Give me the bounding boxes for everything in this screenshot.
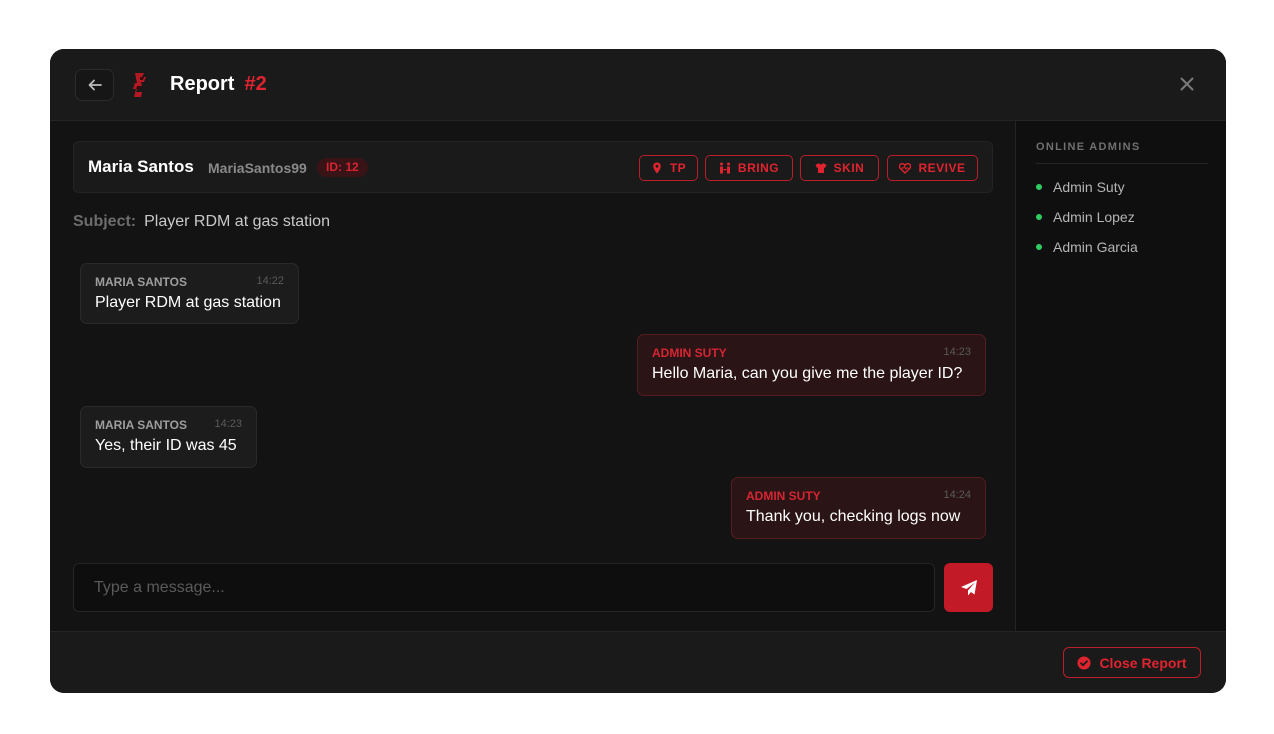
divider: [1036, 163, 1208, 164]
page-title: Report #2: [170, 73, 267, 96]
revive-label: REVIVE: [918, 161, 966, 175]
send-button[interactable]: [944, 563, 993, 612]
message-time: 14:22: [256, 275, 284, 287]
message-author: MARIA SANTOS: [95, 418, 188, 432]
chat-message: ADMIN SUTY 14:23 Hello Maria, can you giv…: [637, 334, 986, 396]
online-status-icon: [1036, 184, 1042, 190]
player-id-badge: ID: 12: [317, 158, 368, 177]
shirt-icon: [815, 163, 827, 173]
bring-label: BRING: [737, 161, 780, 175]
chat-message: MARIA SANTOS 14:23 Yes, their ID was 45: [80, 406, 257, 468]
player-username: MariaSantos99: [208, 160, 307, 176]
logo-icon: [133, 73, 146, 97]
revive-button[interactable]: REVIVE: [887, 155, 978, 181]
message-input[interactable]: [73, 563, 935, 612]
admin-name: Admin Garcia: [1053, 239, 1138, 255]
message-author: ADMIN SUTY: [746, 489, 821, 503]
close-report-button[interactable]: Close Report: [1063, 647, 1201, 678]
message-author: ADMIN SUTY: [652, 346, 727, 360]
arrow-left-icon: [88, 79, 102, 91]
online-status-icon: [1036, 244, 1042, 250]
subject-label: Subject:: [73, 213, 137, 230]
close-report-label: Close Report: [1099, 654, 1187, 671]
online-admins-title: ONLINE ADMINS: [1036, 141, 1141, 153]
player-name: Maria Santos: [88, 157, 194, 176]
tp-button[interactable]: TP: [639, 155, 698, 181]
player-info-bar: Maria Santos MariaSantos99 ID: 12 TP BRI…: [73, 141, 993, 193]
paper-plane-icon: [960, 579, 977, 595]
message-time: 14:23: [214, 418, 242, 430]
message-text: Player RDM at gas station: [95, 294, 281, 311]
skin-label: SKIN: [833, 161, 865, 175]
report-window: Report #2 Maria Santos MariaSantos99 ID:…: [50, 49, 1226, 693]
title-text: Report: [170, 73, 235, 95]
subject-text: Player RDM at gas station: [144, 213, 330, 230]
map-pin-icon: [653, 162, 661, 174]
message-time: 14:24: [943, 489, 971, 501]
close-icon: [1180, 77, 1194, 91]
check-circle-icon: [1077, 656, 1091, 669]
report-footer: Close Report: [50, 631, 1226, 693]
report-subject: Subject: Player RDM at gas station: [73, 213, 330, 231]
chat-area: Maria Santos MariaSantos99 ID: 12 TP BRI…: [50, 121, 1015, 631]
admin-name: Admin Suty: [1053, 179, 1125, 195]
heart-pulse-icon: [899, 162, 912, 174]
message-author: MARIA SANTOS: [95, 275, 188, 289]
report-number: #2: [244, 73, 267, 95]
bring-button[interactable]: BRING: [705, 155, 793, 181]
tp-label: TP: [669, 161, 687, 175]
skin-button[interactable]: SKIN: [800, 155, 879, 181]
report-header: Report #2: [50, 49, 1226, 121]
message-text: Thank you, checking logs now: [746, 508, 961, 525]
admin-list-item: Admin Suty: [1036, 179, 1125, 195]
chat-message: ADMIN SUTY 14:24 Thank you, checking logs…: [731, 477, 986, 539]
message-text: Yes, their ID was 45: [95, 437, 237, 454]
online-status-icon: [1036, 214, 1042, 220]
admin-list-item: Admin Lopez: [1036, 209, 1135, 225]
message-text: Hello Maria, can you give me the player …: [652, 365, 963, 382]
admin-list-item: Admin Garcia: [1036, 239, 1138, 255]
back-button[interactable]: [75, 69, 114, 101]
message-time: 14:23: [943, 346, 971, 358]
online-admins-panel: ONLINE ADMINS Admin Suty Admin Lopez Adm…: [1015, 121, 1226, 631]
people-arrows-icon: [719, 162, 730, 174]
admin-name: Admin Lopez: [1053, 209, 1135, 225]
close-button[interactable]: [1177, 74, 1197, 94]
chat-message: MARIA SANTOS 14:22 Player RDM at gas stat…: [80, 263, 299, 324]
